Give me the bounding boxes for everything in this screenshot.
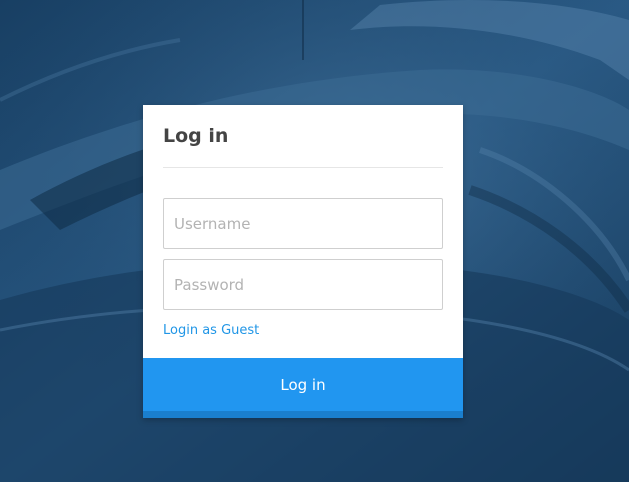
login-card: Log in Login as Guest Log in [143,105,463,418]
login-as-guest-link[interactable]: Login as Guest [163,323,259,339]
login-title: Log in [163,125,229,147]
password-input[interactable] [163,259,443,310]
login-button[interactable]: Log in [143,358,463,411]
title-divider [163,167,443,168]
login-button-shadow [143,411,463,418]
username-input[interactable] [163,198,443,249]
